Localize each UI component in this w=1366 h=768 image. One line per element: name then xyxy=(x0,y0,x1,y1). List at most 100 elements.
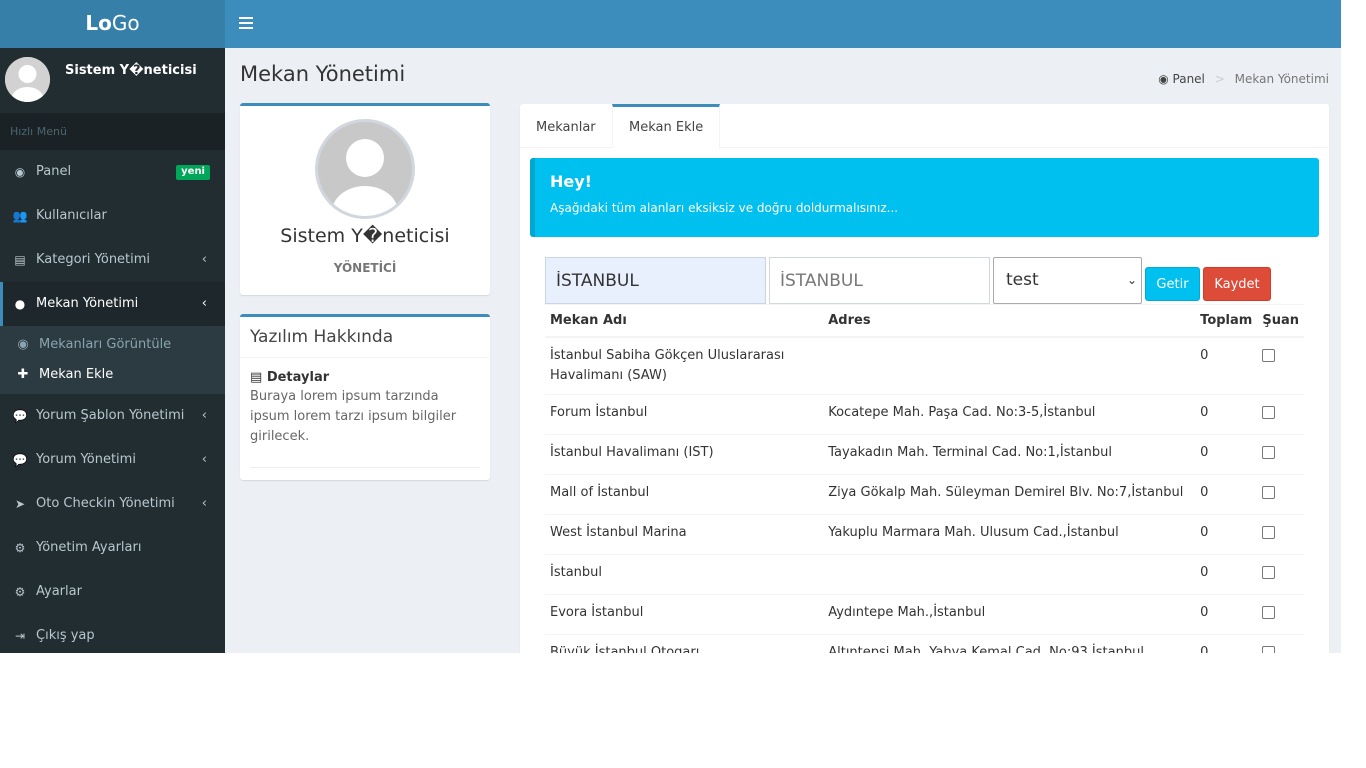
sidebar-item-label: Yorum Şablon Yönetimi xyxy=(36,408,185,423)
cell-current xyxy=(1257,513,1304,554)
row-checkbox[interactable] xyxy=(1262,445,1276,459)
sidebar-item-category[interactable]: ▤ Kategori Yönetimi ‹ xyxy=(0,238,225,282)
gear-icon: ⚙ xyxy=(14,541,26,555)
breadcrumb-current: Mekan Yönetimi xyxy=(1234,72,1329,86)
table-header-row: Mekan Adı Adres Toplam Şuan xyxy=(545,304,1304,338)
cell-total: 0 xyxy=(1195,393,1258,434)
submenu-item-add-venue[interactable]: ✚ Mekan Ekle xyxy=(0,360,225,390)
cell-address: Altıntepsi Mah. Yahya Kemal Cad. No:93,İ… xyxy=(823,633,1196,653)
column-header: Adres xyxy=(823,304,1196,338)
fetch-button[interactable]: Getir xyxy=(1145,267,1200,301)
city-input[interactable] xyxy=(545,257,766,304)
cell-address: Aydıntepe Mah.,İstanbul xyxy=(823,593,1196,634)
dashboard-icon: ◉ xyxy=(1158,72,1169,86)
cell-total: 0 xyxy=(1195,336,1258,394)
category-select[interactable]: test ⌄ xyxy=(993,257,1142,304)
search-form: test ⌄ Getir Kaydet xyxy=(545,257,1305,305)
table-body: İstanbul Sabiha Gökçen Uluslararası Hava… xyxy=(545,336,1304,653)
book-icon: ▤ xyxy=(250,370,263,385)
row-checkbox[interactable] xyxy=(1262,565,1276,579)
about-subtitle: ▤ Detaylar xyxy=(250,370,480,385)
logo[interactable]: LoGo xyxy=(0,0,225,48)
submenu-item-label: Mekan Ekle xyxy=(39,367,114,382)
cell-address: Kocatepe Mah. Paşa Cad. No:3-5,İstanbul xyxy=(823,393,1196,434)
sidebar-item-admin-settings[interactable]: ⚙ Yönetim Ayarları xyxy=(0,526,225,570)
cell-current xyxy=(1257,593,1304,634)
column-header: Toplam xyxy=(1195,304,1258,338)
cell-total: 0 xyxy=(1195,633,1258,653)
cell-total: 0 xyxy=(1195,513,1258,554)
sidebar-item-users[interactable]: 👥 Kullanıcılar xyxy=(0,194,225,238)
tab-bar: Mekanlar Mekan Ekle xyxy=(520,104,1329,148)
chevron-down-icon: ⌄ xyxy=(1126,273,1137,287)
page-title: Mekan Yönetimi xyxy=(240,62,406,86)
comments-icon: 💬 xyxy=(12,409,28,423)
sidebar-item-label: Yorum Yönetimi xyxy=(36,452,136,467)
sidebar-item-panel[interactable]: ◉ Panel yeni xyxy=(0,150,225,194)
profile-name: Sistem Y�neticisi xyxy=(280,225,450,247)
user-name: Sistem Y�neticisi xyxy=(65,63,197,78)
cell-address: Ziya Gökalp Mah. Süleyman Demirel Blv. N… xyxy=(823,473,1196,514)
breadcrumb-home-link[interactable]: Panel xyxy=(1173,72,1205,86)
sidebar-item-logout[interactable]: ⇥ Çıkış yap xyxy=(0,614,225,653)
row-checkbox[interactable] xyxy=(1262,605,1276,619)
cell-current xyxy=(1257,336,1304,394)
row-checkbox[interactable] xyxy=(1262,525,1276,539)
sidebar-item-label: Mekan Yönetimi xyxy=(36,296,139,311)
profile-box: Sistem Y�neticisi YÖNETİCİ xyxy=(240,103,490,295)
row-checkbox[interactable] xyxy=(1262,645,1276,653)
sidebar-item-settings[interactable]: ⚙ Ayarlar xyxy=(0,570,225,614)
table-row: İstanbul Sabiha Gökçen Uluslararası Hava… xyxy=(545,336,1304,394)
cell-current xyxy=(1257,473,1304,514)
table-row: Mall of İstanbul Ziya Gökalp Mah. Süleyma… xyxy=(545,473,1304,514)
table-row: Evora İstanbul Aydıntepe Mah.,İstanbul 0 xyxy=(545,593,1304,634)
comments-icon: 💬 xyxy=(12,453,28,467)
cell-current xyxy=(1257,393,1304,434)
cell-name: Evora İstanbul xyxy=(545,593,824,634)
sidebar-header: Hızlı Menü xyxy=(0,113,225,150)
submenu-item-view-venues[interactable]: ◉ Mekanları Görüntüle xyxy=(0,330,225,360)
sidebar-item-comment-templates[interactable]: 💬 Yorum Şablon Yönetimi ‹ xyxy=(0,394,225,438)
sidebar-item-venue[interactable]: ● Mekan Yönetimi ‹ xyxy=(0,282,225,326)
table-row: İstanbul 0 xyxy=(545,553,1304,594)
table-row: Büyük İstanbul Otogarı Altıntepsi Mah. Ya… xyxy=(545,633,1304,653)
app-window: LoGo Sistem Y�neticisi Hızlı Menü ◉ Pane… xyxy=(0,0,1341,653)
about-box: Yazılım Hakkında ▤ Detaylar Buraya lorem… xyxy=(240,314,490,480)
row-checkbox[interactable] xyxy=(1262,405,1276,419)
logo-rest: Go xyxy=(111,11,140,35)
venue-submenu: ◉ Mekanları Görüntüle ✚ Mekan Ekle xyxy=(0,326,225,394)
sidebar-item-label: Yönetim Ayarları xyxy=(36,540,142,555)
cell-name: İstanbul xyxy=(545,553,824,594)
alert-text: Aşağıdaki tüm alanları eksiksiz ve doğru… xyxy=(550,201,899,215)
sidebar-item-comments[interactable]: 💬 Yorum Yönetimi ‹ xyxy=(0,438,225,482)
sidebar-item-label: Çıkış yap xyxy=(36,628,95,643)
city-input-secondary[interactable] xyxy=(769,257,990,304)
cell-address xyxy=(823,553,1196,594)
table-row: İstanbul Havalimanı (IST) Tayakadın Mah. … xyxy=(545,433,1304,474)
profile-avatar xyxy=(315,119,415,219)
menu-toggle-icon[interactable] xyxy=(239,14,253,32)
about-subtitle-text: Detaylar xyxy=(266,370,330,385)
main-panel: Mekanlar Mekan Ekle Hey! Aşağıdaki tüm a… xyxy=(520,104,1329,653)
cell-address: Tayakadın Mah. Terminal Cad. No:1,İstanb… xyxy=(823,433,1196,474)
breadcrumb-separator: > xyxy=(1214,72,1225,86)
row-checkbox[interactable] xyxy=(1262,485,1276,499)
save-button[interactable]: Kaydet xyxy=(1203,267,1271,301)
submenu-item-label: Mekanları Görüntüle xyxy=(39,337,172,352)
dashboard-icon: ◉ xyxy=(14,165,26,179)
cell-current xyxy=(1257,633,1304,653)
divider xyxy=(250,467,480,468)
chevron-left-icon: ‹ xyxy=(201,252,207,267)
profile-role: YÖNETİCİ xyxy=(333,261,397,275)
cell-name: İstanbul Sabiha Gökçen Uluslararası Hava… xyxy=(545,336,824,394)
row-checkbox[interactable] xyxy=(1262,348,1276,362)
tab-venues[interactable]: Mekanlar xyxy=(520,104,612,148)
cell-name: Mall of İstanbul xyxy=(545,473,824,514)
cell-total: 0 xyxy=(1195,473,1258,514)
tab-add-venue[interactable]: Mekan Ekle xyxy=(612,104,721,148)
sign-out-icon: ⇥ xyxy=(14,629,26,643)
sidebar: Sistem Y�neticisi Hızlı Menü ◉ Panel yen… xyxy=(0,48,225,653)
sidebar-item-auto-checkin[interactable]: ➤ Oto Checkin Yönetimi ‹ xyxy=(0,482,225,526)
map-marker-icon: ● xyxy=(14,297,26,311)
users-icon: 👥 xyxy=(12,209,28,223)
